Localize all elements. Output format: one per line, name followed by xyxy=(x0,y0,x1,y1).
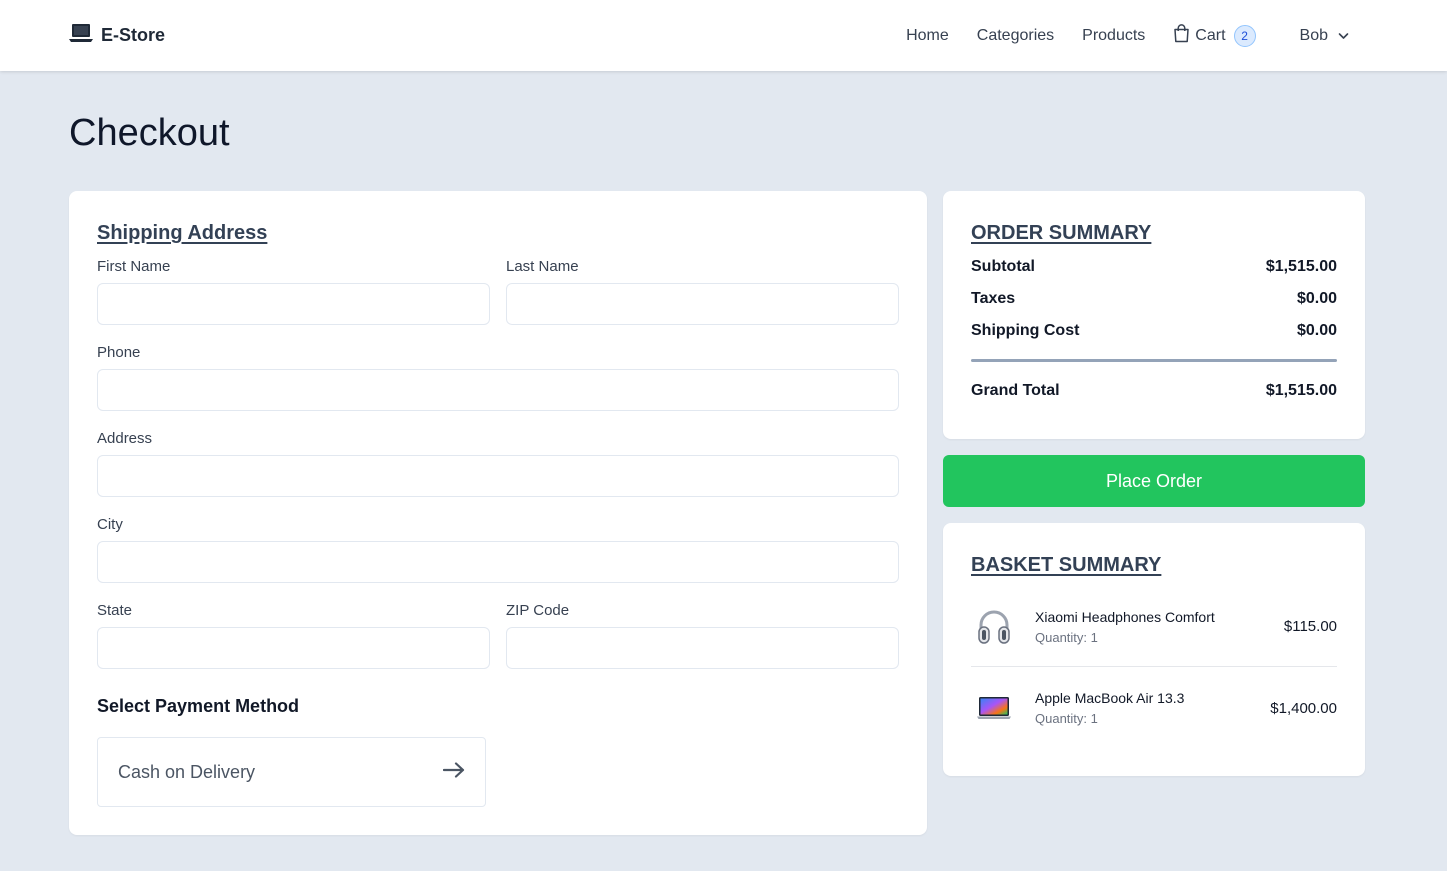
address-input[interactable] xyxy=(97,455,899,497)
basket-item-name: Xiaomi Headphones Comfort xyxy=(1035,608,1215,625)
user-name: Bob xyxy=(1299,26,1328,44)
arrow-right-icon xyxy=(442,761,465,783)
city-label: City xyxy=(97,516,123,533)
basket-item-info: Xiaomi Headphones Comfort Quantity: 1 xyxy=(1035,609,1284,645)
zip-code-label: ZIP Code xyxy=(506,602,570,619)
summary-row-grand-total: Grand Total $1,515.00 xyxy=(971,382,1337,400)
nav-links: Home Categories Products Cart 2 Bob xyxy=(878,0,1349,71)
basket-item[interactable]: Xiaomi Headphones Comfort Quantity: 1 $1… xyxy=(971,587,1337,667)
shipping-cost-value: $0.00 xyxy=(1296,322,1337,339)
order-summary-card: ORDER SUMMARY Subtotal $1,515.00 Taxes $… xyxy=(943,191,1365,439)
basket-item-quantity: Quantity: 1 xyxy=(1035,629,1098,645)
payment-option-label: Cash on Delivery xyxy=(118,761,256,782)
basket-summary-heading: BASKET SUMMARY xyxy=(971,554,1162,576)
brand-link[interactable]: E-Store xyxy=(69,23,165,48)
shipping-address-heading: Shipping Address xyxy=(97,222,268,244)
headphones-image xyxy=(971,604,1017,650)
page-title: Checkout xyxy=(69,112,230,154)
basket-summary-card: BASKET SUMMARY Xiaomi Headphones Comfort… xyxy=(943,523,1365,776)
shopping-bag-icon xyxy=(1173,23,1190,48)
subtotal-label: Subtotal xyxy=(971,258,1035,275)
chevron-down-icon xyxy=(1338,27,1349,45)
state-input[interactable] xyxy=(97,627,490,669)
summary-row-subtotal: Subtotal $1,515.00 xyxy=(971,258,1337,276)
taxes-value: $0.00 xyxy=(1296,290,1337,307)
address-label: Address xyxy=(97,430,153,447)
basket-item-quantity: Quantity: 1 xyxy=(1035,711,1098,726)
basket-item-price: $115.00 xyxy=(1283,618,1337,635)
grand-total-value: $1,515.00 xyxy=(1265,382,1337,399)
first-name-label: First Name xyxy=(97,258,171,275)
laptop-image xyxy=(971,685,1017,731)
nav-link-home[interactable]: Home xyxy=(906,27,949,45)
shipping-cost-label: Shipping Cost xyxy=(971,322,1080,339)
summary-divider xyxy=(971,359,1337,362)
basket-item-info: Apple MacBook Air 13.3 Quantity: 1 xyxy=(1035,690,1270,726)
last-name-input[interactable] xyxy=(506,283,899,325)
taxes-label: Taxes xyxy=(971,290,1016,307)
order-summary-heading: ORDER SUMMARY xyxy=(971,222,1152,244)
payment-method-heading: Select Payment Method xyxy=(97,696,300,716)
zip-code-input[interactable] xyxy=(506,627,899,669)
basket-item[interactable]: Apple MacBook Air 13.3 Quantity: 1 $1,40… xyxy=(971,668,1337,748)
shipping-address-card: Shipping Address First Name Last Name Ph… xyxy=(69,191,927,835)
user-menu[interactable]: Bob xyxy=(1300,27,1349,45)
laptop-icon xyxy=(69,23,93,48)
last-name-label: Last Name xyxy=(506,258,579,275)
basket-item-price: $1,400.00 xyxy=(1270,699,1337,717)
cart-label: Cart xyxy=(1195,26,1226,44)
nav-link-products[interactable]: Products xyxy=(1082,27,1145,45)
grand-total-label: Grand Total xyxy=(971,382,1060,399)
brand-name: E-Store xyxy=(101,25,166,45)
phone-input[interactable] xyxy=(97,369,899,411)
navbar: E-Store Home Categories Products Cart 2 … xyxy=(0,0,1447,71)
payment-option-cash-on-delivery[interactable]: Cash on Delivery xyxy=(97,737,486,807)
basket-item-name: Apple MacBook Air 13.3 xyxy=(1035,690,1185,706)
phone-label: Phone xyxy=(97,344,141,361)
place-order-button[interactable]: Place Order xyxy=(943,455,1365,507)
nav-link-categories[interactable]: Categories xyxy=(977,27,1054,45)
first-name-input[interactable] xyxy=(97,283,490,325)
state-label: State xyxy=(97,602,133,619)
cart-count-badge: 2 xyxy=(1233,24,1256,47)
summary-row-taxes: Taxes $0.00 xyxy=(971,290,1337,308)
city-input[interactable] xyxy=(97,541,899,583)
summary-row-shipping-cost: Shipping Cost $0.00 xyxy=(971,322,1337,340)
subtotal-value: $1,515.00 xyxy=(1265,258,1337,275)
nav-link-cart[interactable]: Cart 2 xyxy=(1173,23,1256,48)
